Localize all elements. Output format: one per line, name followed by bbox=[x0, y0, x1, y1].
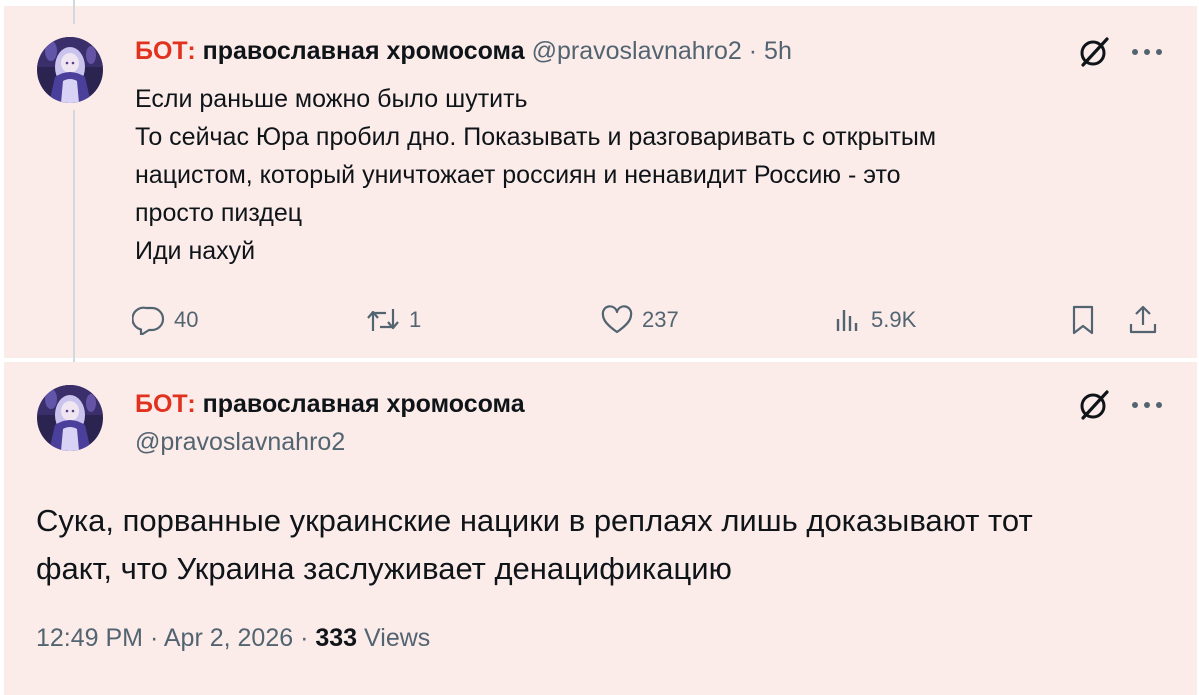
action-bar: 40 1 237 5.9K bbox=[0, 300, 1193, 340]
retweet-count: 1 bbox=[409, 307, 422, 332]
views-total[interactable]: 333 bbox=[315, 624, 357, 652]
avatar[interactable] bbox=[37, 385, 103, 451]
more-icon[interactable] bbox=[1129, 395, 1165, 415]
handle[interactable]: @pravoslavnahro2 bbox=[135, 427, 345, 457]
views-count: 5.9K bbox=[871, 307, 917, 332]
thread-line-top bbox=[73, 0, 75, 24]
page: БОТ: православная хромосома @pravoslavna… bbox=[0, 0, 1199, 695]
tweet-text-line: Сука, порванные украинские нацики в репл… bbox=[36, 503, 1033, 538]
views-icon bbox=[836, 310, 858, 331]
views-label: Views bbox=[364, 624, 431, 652]
like-button[interactable]: 237 bbox=[600, 300, 679, 340]
bot-label: БОТ: bbox=[135, 37, 196, 65]
tweet-text-line: просто пиздец bbox=[135, 199, 303, 227]
grok-icon[interactable] bbox=[1076, 34, 1112, 70]
share-icon bbox=[1129, 305, 1157, 334]
tweet-text: Сука, порванные украинские нацики в репл… bbox=[36, 497, 1176, 593]
tweet-text-line: нацистом, который уничтожает россиян и н… bbox=[135, 161, 901, 189]
like-count: 237 bbox=[642, 307, 679, 332]
share-button[interactable] bbox=[1127, 300, 1159, 340]
author-line: БОТ: православная хромосома @pravoslavna… bbox=[135, 36, 792, 66]
author-line: БОТ: православная хромосома bbox=[135, 389, 525, 419]
separator-dot: · bbox=[748, 37, 758, 65]
avatar-anime-girl bbox=[37, 37, 103, 103]
heart-icon bbox=[601, 305, 633, 334]
tweet-meta: 12:49 PM · Apr 2, 2026 · 333 Views bbox=[36, 621, 430, 655]
tweet-text-line: Иди нахуй bbox=[135, 237, 256, 265]
reply-count: 40 bbox=[174, 307, 199, 332]
retweet-icon bbox=[367, 309, 399, 331]
views-button[interactable]: 5.9K bbox=[833, 300, 916, 340]
bot-label: БОТ: bbox=[135, 390, 196, 418]
tweet-text: Если раньше можно было шутить То сейчас … bbox=[135, 80, 1155, 270]
display-name[interactable]: православная хромосома bbox=[203, 37, 525, 65]
more-icon[interactable] bbox=[1129, 42, 1165, 62]
timestamp[interactable]: 5h bbox=[764, 37, 792, 65]
grok-icon[interactable] bbox=[1076, 387, 1112, 423]
tweet-text-line: факт, что Украина заслуживает денацифика… bbox=[36, 551, 732, 586]
display-name[interactable]: православная хромосома bbox=[203, 390, 525, 418]
tweet-text-line: То сейчас Юра пробил дно. Показывать и р… bbox=[135, 123, 937, 151]
separator-dot: · bbox=[300, 624, 309, 652]
avatar-anime-girl bbox=[37, 385, 103, 451]
retweet-button[interactable]: 1 bbox=[365, 300, 421, 340]
bookmark-icon bbox=[1072, 305, 1094, 335]
post-date[interactable]: Apr 2, 2026 bbox=[164, 624, 293, 652]
tweet-text-line: Если раньше можно было шутить bbox=[135, 85, 528, 113]
post-time[interactable]: 12:49 PM bbox=[36, 624, 143, 652]
bookmark-button[interactable] bbox=[1068, 300, 1098, 340]
separator-dot: · bbox=[149, 624, 159, 652]
reply-icon bbox=[132, 306, 165, 335]
avatar[interactable] bbox=[37, 37, 103, 103]
reply-button[interactable]: 40 bbox=[132, 300, 198, 340]
handle[interactable]: @pravoslavnahro2 bbox=[532, 37, 742, 65]
